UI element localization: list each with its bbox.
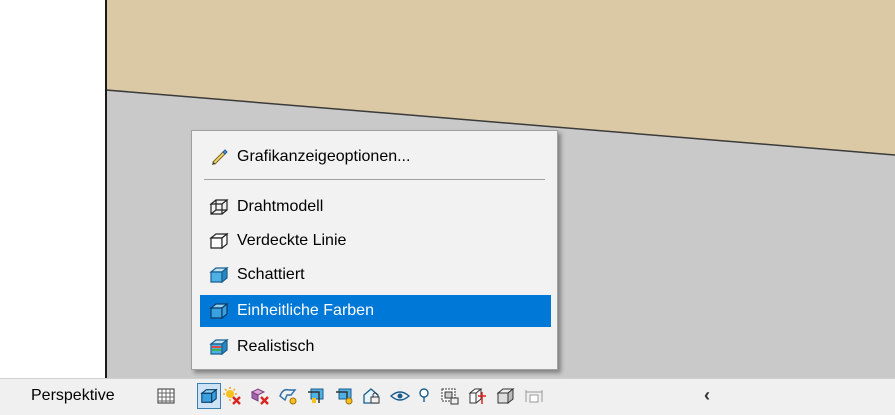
temporary-view-properties-icon[interactable] [438, 383, 462, 409]
crop-view-icon[interactable] [304, 383, 328, 409]
menu-item-hidden-line[interactable]: Verdeckte Linie [200, 225, 551, 257]
shaded-cube-icon [206, 264, 232, 286]
menu-item-label: Realistisch [237, 338, 315, 355]
realistic-cube-icon [206, 336, 232, 358]
highlight-displacement-sets-icon[interactable] [494, 383, 518, 409]
reveal-hidden-elements-icon[interactable] [412, 383, 436, 409]
detail-level-icon[interactable] [154, 383, 178, 409]
hidden-line-cube-icon [206, 230, 232, 252]
menu-item-label: Schattiert [237, 266, 305, 283]
visual-style-icon[interactable] [197, 383, 221, 409]
render-icon[interactable] [276, 383, 300, 409]
show-analytical-model-icon[interactable] [466, 383, 490, 409]
temporary-hide-isolate-icon[interactable] [388, 383, 412, 409]
menu-item-consistent-colors[interactable]: Einheitliche Farben [200, 295, 551, 327]
reveal-constraints-icon[interactable] [522, 383, 546, 409]
wireframe-cube-icon [206, 196, 232, 218]
projection-mode-label[interactable]: Perspektive [31, 387, 115, 405]
menu-separator [204, 179, 545, 180]
menu-item-wireframe[interactable]: Drahtmodell [200, 191, 551, 223]
sun-path-off-icon[interactable] [220, 383, 244, 409]
shadows-off-icon[interactable] [248, 383, 272, 409]
view-border [105, 0, 107, 378]
menu-item-label: Verdeckte Linie [237, 232, 347, 249]
visual-style-menu: Grafikanzeigeoptionen... Drahtmodell Ver… [191, 130, 558, 370]
menu-item-label: Einheitliche Farben [237, 302, 374, 319]
show-crop-region-icon[interactable] [332, 383, 356, 409]
more-controls-chevron[interactable]: ‹ [704, 385, 710, 406]
menu-item-label: Drahtmodell [237, 198, 324, 215]
graphic-display-options-item[interactable]: Grafikanzeigeoptionen... [200, 141, 551, 173]
menu-item-realistic[interactable]: Realistisch [200, 331, 551, 363]
consistent-colors-cube-icon [206, 300, 232, 322]
unlock-3d-view-icon[interactable] [360, 383, 384, 409]
pencil-icon [206, 146, 232, 168]
menu-item-label: Grafikanzeigeoptionen... [237, 148, 411, 165]
view-control-bar: Perspektive ‹ [0, 378, 895, 415]
menu-item-shaded[interactable]: Schattiert [200, 259, 551, 291]
